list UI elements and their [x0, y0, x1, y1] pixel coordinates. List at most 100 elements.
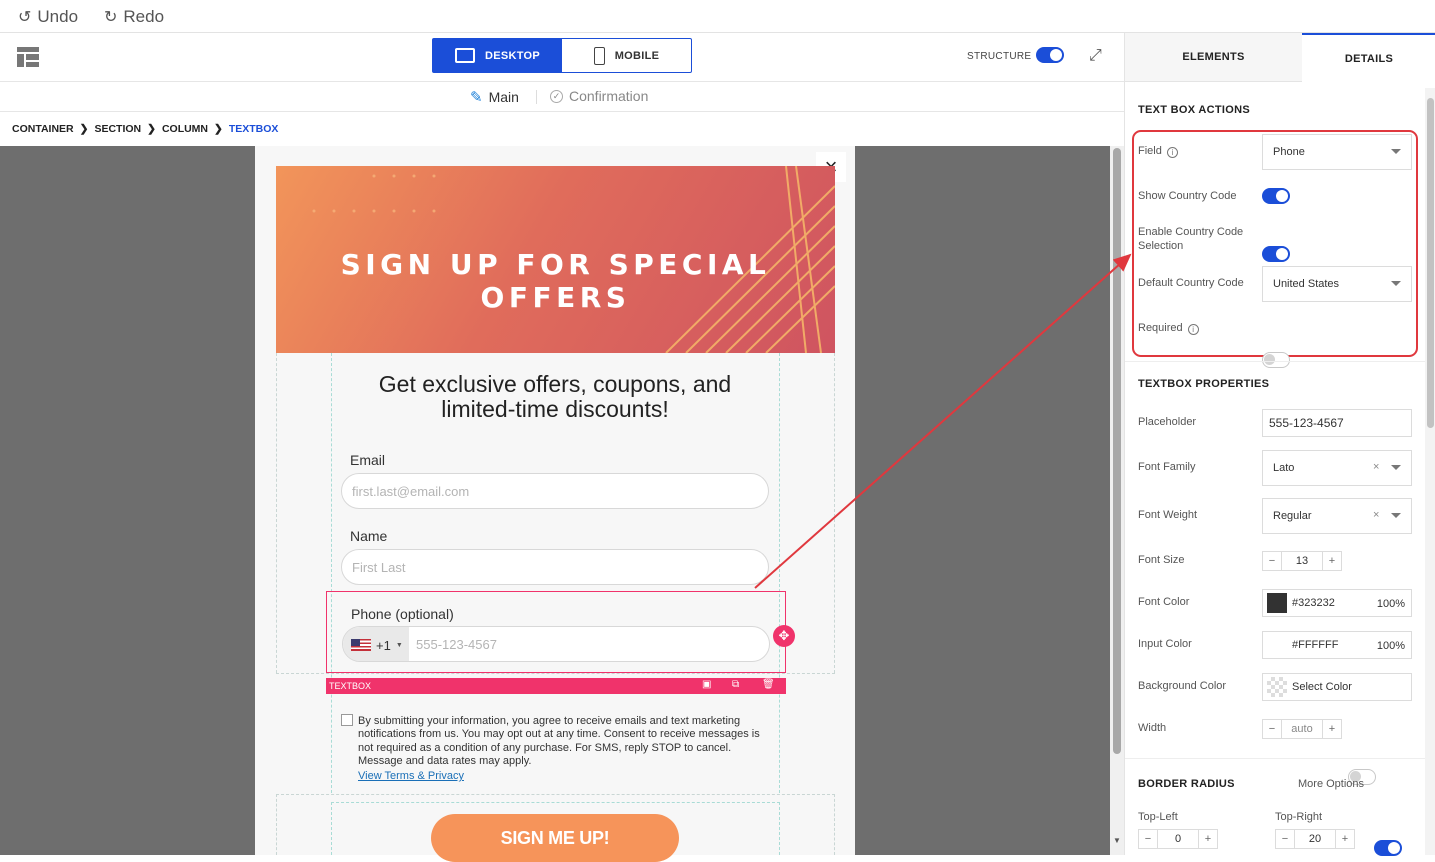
show-country-code-toggle[interactable] — [1262, 188, 1290, 204]
plus-button[interactable]: + — [1323, 720, 1341, 738]
us-flag-icon — [351, 639, 371, 651]
top-bar: ↺ Undo ↻ Redo — [0, 0, 1435, 33]
minus-button[interactable]: − — [1276, 830, 1294, 848]
breadcrumb: CONTAINER ❯ SECTION ❯ COLUMN ❯ TEXTBOX — [0, 112, 1124, 146]
breadcrumb-section[interactable]: SECTION — [94, 123, 141, 135]
section-divider — [1125, 758, 1425, 759]
font-size-stepper[interactable]: − 13 + — [1262, 551, 1342, 571]
font-color-picker[interactable]: #323232 100% — [1262, 589, 1412, 617]
minus-button[interactable]: − — [1263, 552, 1281, 570]
default-country-code-select[interactable]: United States — [1262, 266, 1412, 302]
more-options-label: More Options — [1298, 778, 1365, 790]
field-label: Field i — [1138, 145, 1178, 158]
fullscreen-icon[interactable]: ⤢ — [1089, 47, 1102, 65]
structure-label: STRUCTURE — [967, 51, 1032, 62]
desktop-button[interactable]: DESKTOP — [433, 39, 562, 72]
required-label: Required i — [1138, 322, 1199, 335]
more-options-toggle[interactable] — [1374, 840, 1402, 856]
sidebar-scrollbar[interactable] — [1425, 88, 1435, 855]
chevron-down-icon — [1391, 465, 1401, 470]
canvas-scrollbar[interactable]: ▼ — [1110, 146, 1124, 855]
minus-button[interactable]: − — [1263, 720, 1281, 738]
edit-icon: ✎ — [470, 89, 483, 106]
chevron-down-icon — [1391, 513, 1401, 518]
plus-button[interactable]: + — [1323, 552, 1341, 570]
properties-sidebar: ELEMENTS DETAILS TEXT BOX ACTIONS Field i… — [1124, 33, 1435, 856]
chevron-right-icon: ❯ — [147, 123, 156, 135]
consent-text: By submitting your information, you agre… — [358, 715, 760, 768]
trash-icon[interactable]: 🗑 — [762, 679, 775, 690]
banner-title: SIGN UP FOR SPECIAL OFFERS — [340, 248, 771, 314]
field-select[interactable]: Phone — [1262, 134, 1412, 170]
top-right-label: Top-Right — [1275, 811, 1323, 823]
font-size-label: Font Size — [1138, 554, 1185, 566]
breadcrumb-container[interactable]: CONTAINER — [12, 123, 74, 135]
enable-country-code-label: Enable Country Code Selection — [1138, 226, 1244, 252]
tab-main[interactable]: ✎ Main — [470, 88, 519, 106]
background-color-picker[interactable]: Select Color — [1262, 673, 1412, 701]
phone-placeholder: 555-123-4567 — [416, 637, 497, 652]
mobile-button[interactable]: MOBILE — [562, 39, 691, 72]
redo-button[interactable]: ↻ Redo — [104, 7, 164, 27]
chevron-down-icon — [1391, 281, 1401, 286]
tab-elements[interactable]: ELEMENTS — [1125, 33, 1302, 82]
editor-toolbar: DESKTOP MOBILE STRUCTURE ⤢ — [0, 33, 1124, 82]
phone-input[interactable]: +1 ▼ 555-123-4567 — [342, 626, 770, 662]
breadcrumb-column[interactable]: COLUMN — [162, 123, 208, 135]
clear-icon[interactable]: × — [1373, 461, 1379, 473]
plus-button[interactable]: + — [1336, 830, 1354, 848]
clear-icon[interactable]: × — [1373, 509, 1379, 521]
input-color-picker[interactable]: #FFFFFF 100% — [1262, 631, 1412, 659]
move-handle-icon[interactable]: ✥ — [773, 625, 795, 647]
props-title: TEXTBOX PROPERTIES — [1138, 378, 1270, 390]
country-code-selector[interactable]: +1 ▼ — [343, 627, 409, 661]
enable-country-code-toggle[interactable] — [1262, 246, 1290, 262]
tab-divider — [536, 90, 537, 104]
font-family-select[interactable]: Lato × — [1262, 450, 1412, 486]
email-label: Email — [350, 452, 386, 468]
undo-button[interactable]: ↺ Undo — [18, 7, 78, 27]
breadcrumb-textbox[interactable]: TEXTBOX — [229, 123, 279, 135]
textbox-toolbar: TEXTBOX ▣ ⧉ 🗑 — [326, 678, 786, 694]
width-label: Width — [1138, 722, 1167, 734]
terms-link[interactable]: View Terms & Privacy — [358, 770, 464, 782]
placeholder-label: Placeholder — [1138, 416, 1197, 428]
top-left-label: Top-Left — [1138, 811, 1178, 823]
phone-label: Phone (optional) — [351, 606, 454, 622]
chevron-right-icon: ❯ — [79, 123, 89, 135]
layout-icon[interactable] — [17, 47, 39, 67]
chevron-right-icon: ❯ — [214, 123, 223, 135]
transparent-swatch — [1267, 677, 1287, 697]
save-icon[interactable]: ▣ — [702, 679, 711, 690]
width-stepper[interactable]: − auto + — [1262, 719, 1342, 739]
email-input[interactable]: first.last@email.com — [341, 473, 769, 509]
background-color-label: Background Color — [1138, 680, 1227, 692]
duplicate-icon[interactable]: ⧉ — [732, 679, 739, 690]
row-divider — [276, 673, 835, 674]
banner-image: SIGN UP FOR SPECIAL OFFERS — [276, 166, 835, 353]
selected-textbox[interactable]: Phone (optional) +1 ▼ 555-123-4567 ✥ — [326, 591, 795, 673]
font-weight-label: Font Weight — [1138, 509, 1198, 521]
chevron-down-icon — [1391, 149, 1401, 154]
structure-toggle[interactable] — [1036, 47, 1064, 63]
top-right-stepper[interactable]: − 20 + — [1275, 829, 1355, 849]
dropdown-caret-icon: ▼ — [395, 641, 403, 649]
info-icon: i — [1166, 147, 1178, 158]
plus-button[interactable]: + — [1199, 830, 1217, 848]
name-label: Name — [350, 528, 388, 544]
tab-confirmation[interactable]: ✓ Confirmation — [550, 88, 648, 104]
info-icon: i — [1187, 324, 1199, 335]
monitor-icon — [454, 48, 475, 63]
phone-icon — [593, 46, 605, 65]
minus-button[interactable]: − — [1139, 830, 1157, 848]
font-weight-select[interactable]: Regular × — [1262, 498, 1412, 534]
color-swatch — [1267, 635, 1287, 655]
font-family-label: Font Family — [1138, 461, 1196, 473]
device-switcher: DESKTOP MOBILE — [432, 38, 692, 73]
placeholder-input[interactable]: 555-123-4567 — [1262, 409, 1412, 437]
name-input[interactable]: First Last — [341, 549, 769, 585]
top-left-stepper[interactable]: − 0 + — [1138, 829, 1218, 849]
tab-details[interactable]: DETAILS — [1302, 33, 1435, 82]
consent-checkbox[interactable] — [341, 714, 353, 726]
required-toggle[interactable] — [1262, 352, 1290, 368]
